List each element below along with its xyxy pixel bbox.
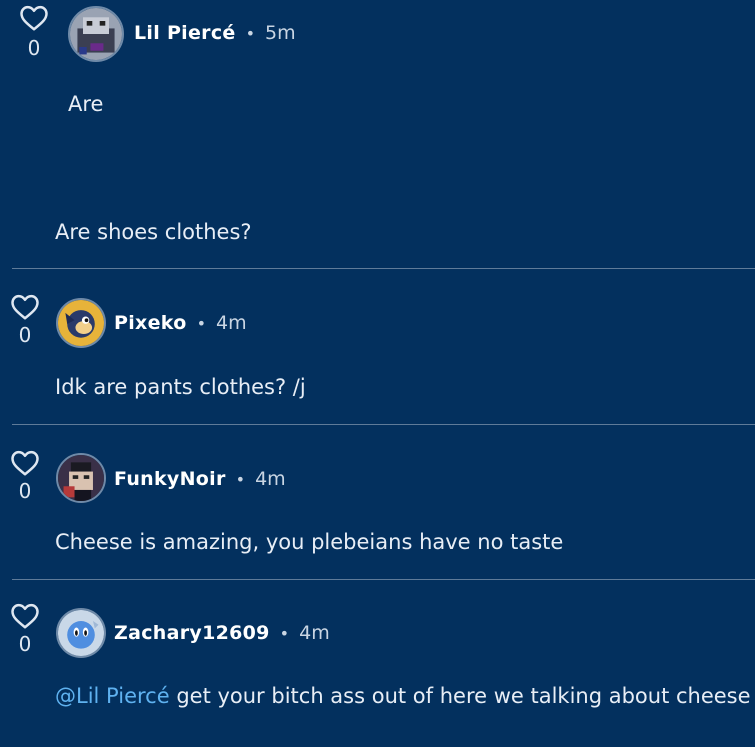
separator-dot: • [196, 314, 206, 333]
like-count: 0 [18, 323, 32, 347]
heart-outline-icon [20, 5, 48, 31]
avatar[interactable] [56, 608, 106, 658]
comment-text: Cheese is amazing, you plebeians have no… [55, 530, 564, 554]
avatar[interactable] [56, 298, 106, 348]
comment-text-content: get your bitch ass out of here we talkin… [169, 684, 755, 708]
comment-item: 0 Pixeko • 4m Idk are pants clothes? /j [0, 269, 755, 424]
separator-dot: • [235, 470, 246, 489]
timestamp: 4m [216, 312, 247, 334]
username[interactable]: Lil Piercé [134, 22, 236, 44]
like-count: 0 [18, 632, 32, 656]
like-button[interactable]: 0 [5, 293, 45, 345]
timestamp: 5m [265, 22, 296, 44]
like-button[interactable]: 0 [5, 602, 45, 654]
comment-meta: Pixeko • 4m [114, 312, 247, 334]
avatar[interactable] [68, 6, 124, 62]
avatar-image [58, 455, 104, 501]
comment-meta: Lil Piercé • 5m [134, 22, 296, 44]
quoted-text: Are [68, 92, 104, 116]
avatar-image [70, 8, 122, 60]
separator-dot: • [245, 24, 256, 43]
comment-feed: 0 Lil Piercé • 5m Are Are shoes clothes? [0, 0, 755, 747]
separator-dot: • [279, 624, 290, 643]
avatar-image [58, 610, 104, 656]
user-mention-link[interactable]: @Lil Piercé [55, 684, 170, 708]
like-count: 0 [18, 479, 32, 503]
username[interactable]: FunkyNoir [114, 468, 226, 490]
comment-meta: FunkyNoir • 4m [114, 468, 286, 490]
comment-item: 0 Lil Piercé • 5m Are Are shoes clothes? [0, 0, 755, 268]
comment-text: Idk are pants clothes? /j [55, 375, 306, 399]
comment-text: @Lil Piercé get your bitch ass out of he… [55, 684, 755, 708]
comment-item: 0 FunkyNoir • 4m Cheese is amazing, you … [0, 425, 755, 579]
avatar[interactable] [56, 453, 106, 503]
comment-item: 0 Zachary12609 • 4m @Lil Piercé get your… [0, 580, 755, 747]
comment-meta: Zachary12609 • 4m [114, 622, 330, 644]
timestamp: 4m [299, 622, 330, 644]
like-count: 0 [27, 36, 41, 60]
like-button[interactable]: 0 [14, 4, 54, 58]
username[interactable]: Zachary12609 [114, 622, 270, 644]
username[interactable]: Pixeko [114, 312, 187, 334]
heart-outline-icon [11, 603, 39, 629]
comment-text: Are shoes clothes? [55, 220, 252, 244]
avatar-image [58, 300, 104, 346]
heart-outline-icon [11, 294, 39, 320]
timestamp: 4m [255, 468, 286, 490]
heart-outline-icon [11, 450, 39, 476]
like-button[interactable]: 0 [5, 449, 45, 501]
